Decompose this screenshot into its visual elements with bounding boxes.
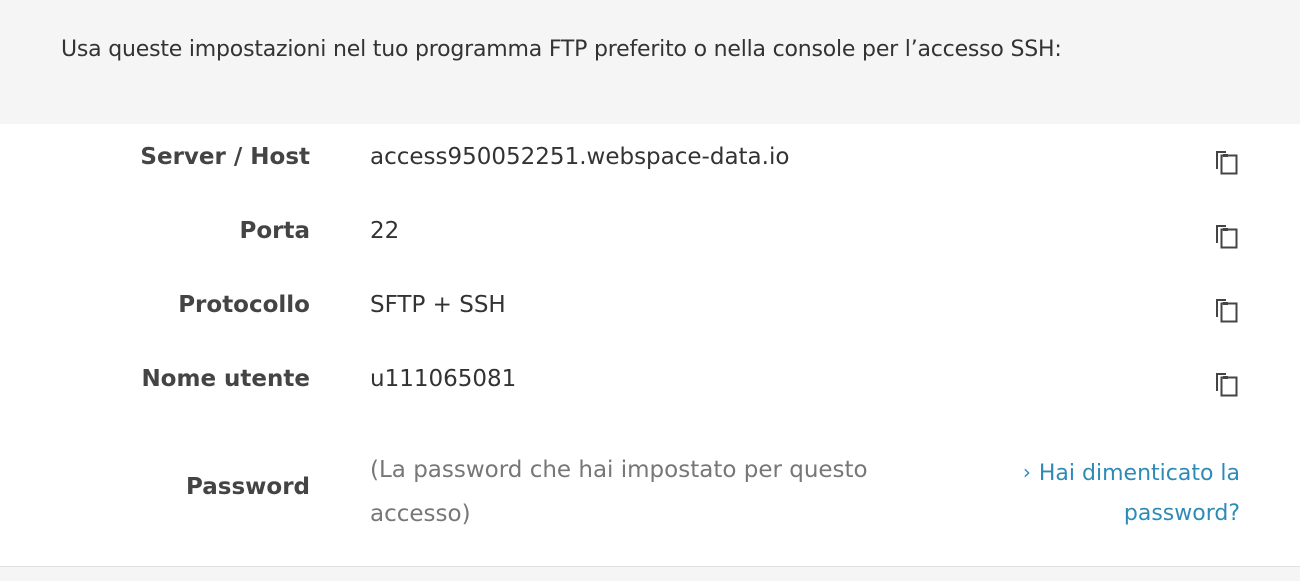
- chevron-right-icon: ›: [1022, 460, 1031, 484]
- copy-icon[interactable]: [1212, 146, 1240, 176]
- field-label-server-host: Server / Host: [140, 144, 310, 170]
- field-row-server-host: Server / Host access950052251.webspace-d…: [0, 140, 1300, 184]
- forgot-password-label: Hai dimenticato la password?: [1038, 461, 1240, 526]
- password-hint: (La password che hai impostato per quest…: [370, 457, 868, 527]
- field-label-password: Password: [186, 474, 310, 500]
- forgot-password-link[interactable]: › Hai dimenticato la password?: [960, 452, 1240, 534]
- intro-panel: Usa queste impostazioni nel tuo programm…: [0, 0, 1300, 124]
- copy-icon[interactable]: [1212, 220, 1240, 250]
- copy-icon[interactable]: [1212, 368, 1240, 398]
- field-value-porta: 22: [370, 218, 400, 244]
- field-row-porta: Porta 22: [0, 214, 1300, 258]
- field-value-protocollo: SFTP + SSH: [370, 292, 506, 318]
- field-label-porta: Porta: [239, 218, 310, 244]
- field-label-protocollo: Protocollo: [178, 292, 310, 318]
- field-row-nome-utente: Nome utente u111065081: [0, 362, 1300, 406]
- intro-text: Usa queste impostazioni nel tuo programm…: [61, 37, 1062, 62]
- copy-icon[interactable]: [1212, 294, 1240, 324]
- field-value-server-host: access950052251.webspace-data.io: [370, 144, 790, 170]
- field-label-nome-utente: Nome utente: [141, 366, 310, 392]
- field-row-protocollo: Protocollo SFTP + SSH: [0, 288, 1300, 332]
- bottom-divider: [0, 566, 1300, 581]
- field-value-nome-utente: u111065081: [370, 366, 517, 392]
